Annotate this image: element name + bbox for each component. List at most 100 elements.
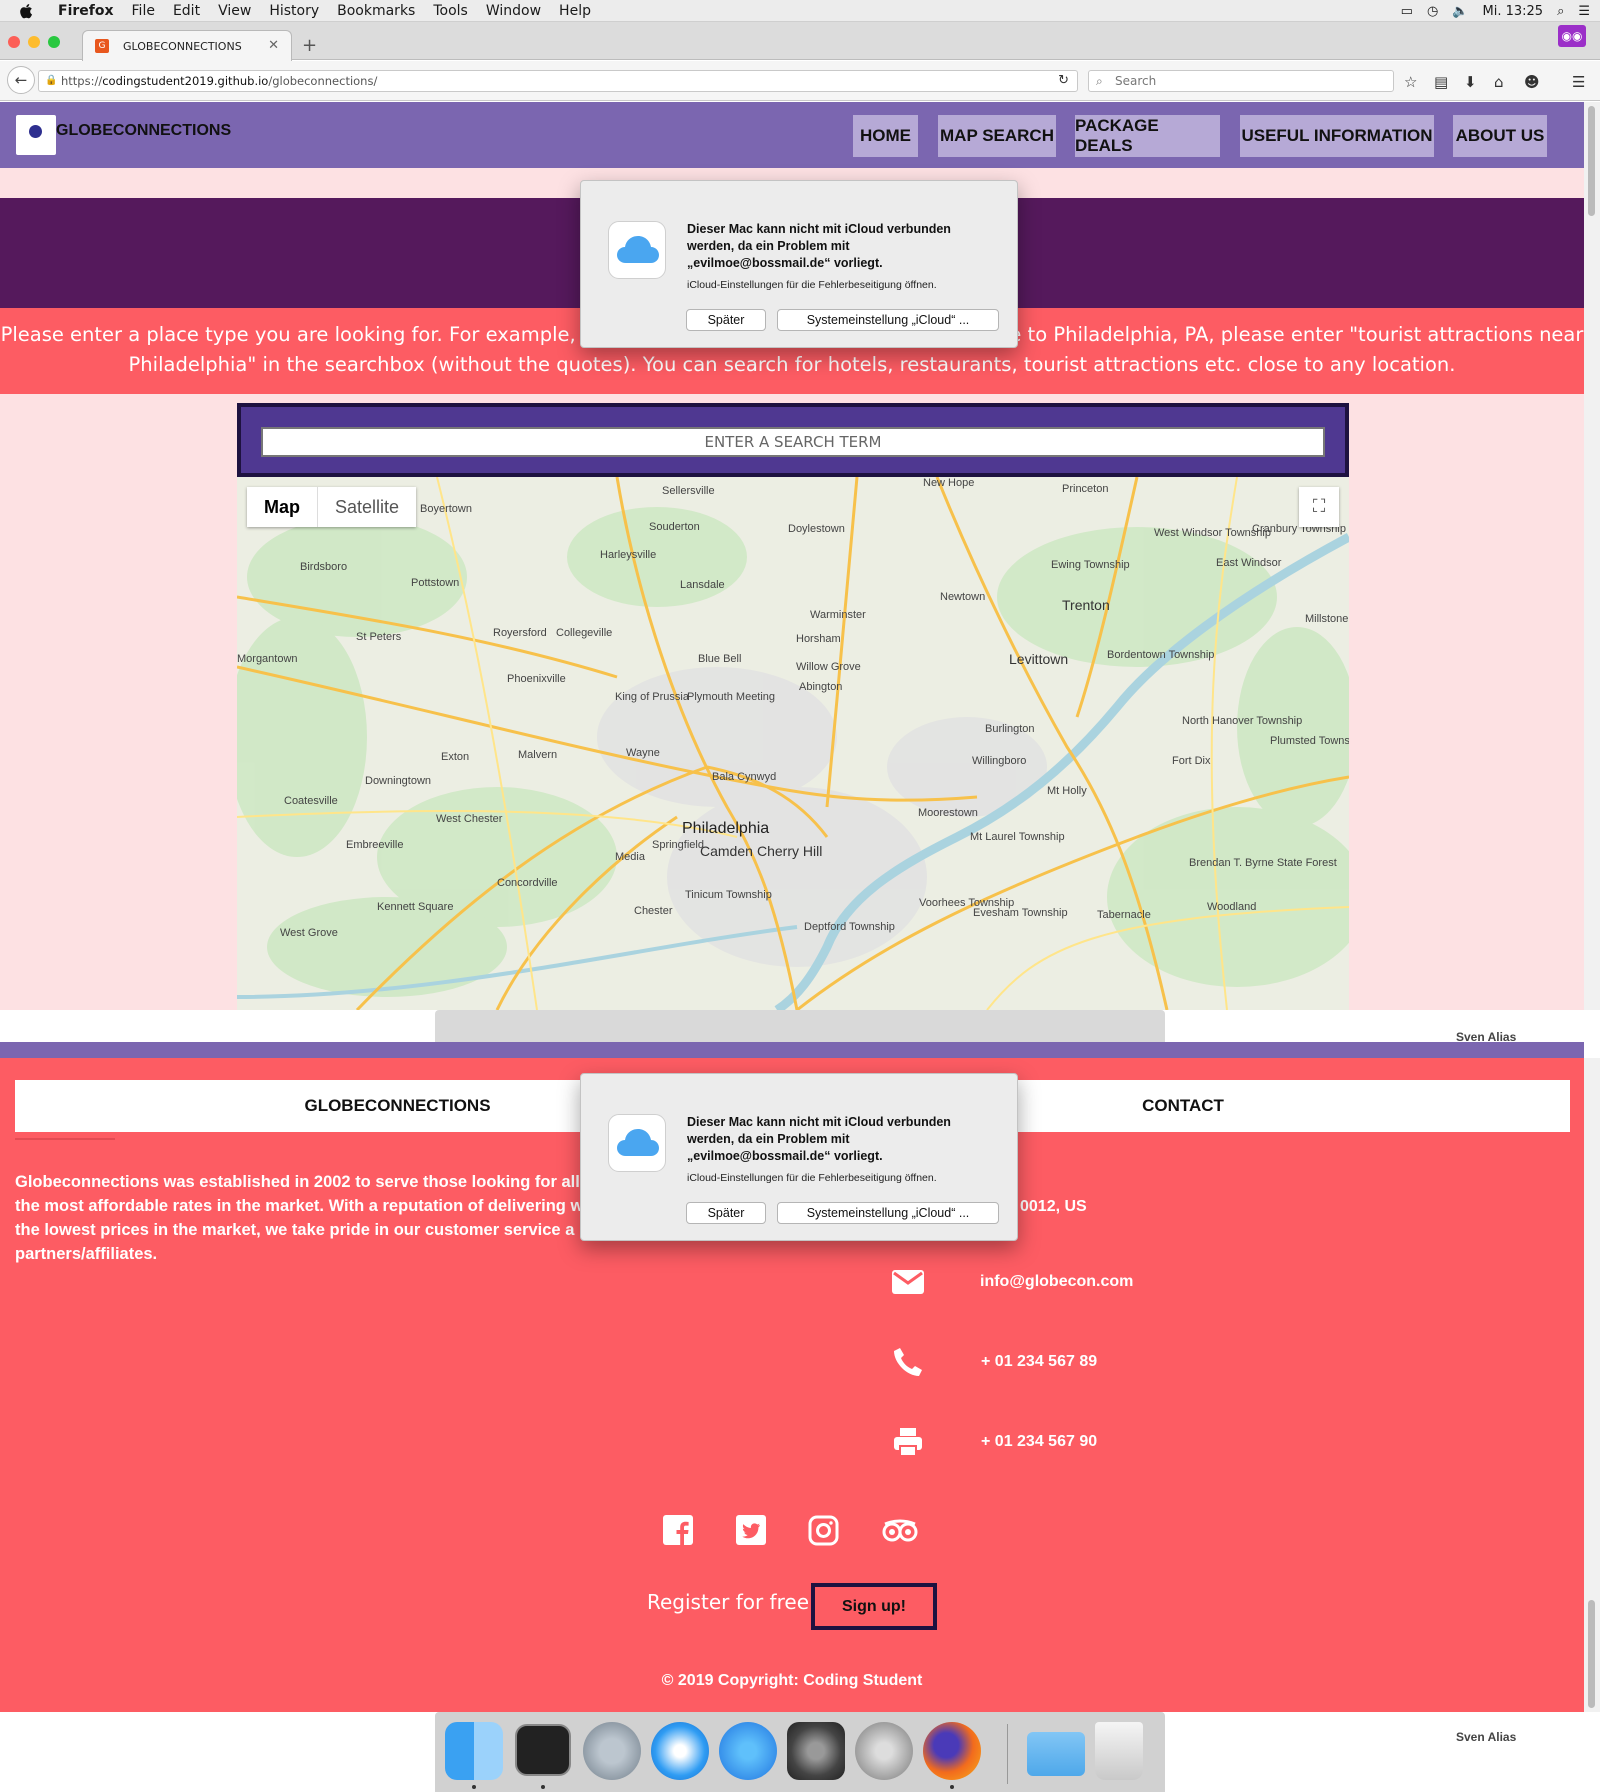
close-tab-icon[interactable]: ✕ [268,38,279,53]
dock-top-partial [435,1010,1165,1042]
menu-history[interactable]: History [269,3,319,19]
zoom-window-button[interactable] [48,36,60,48]
nav-useful-information[interactable]: USEFUL INFORMATION [1240,115,1434,157]
time-machine-icon[interactable]: ◷ [1427,4,1438,19]
map-type-satellite-button[interactable]: Satellite [318,487,416,527]
menu-bookmarks[interactable]: Bookmarks [337,3,415,19]
browser-search-input[interactable]: ⌕ Search [1088,70,1394,92]
signup-button[interactable]: Sign up! [811,1583,937,1630]
menu-window[interactable]: Window [486,3,541,19]
contact-fax: + 01 234 567 90 [890,1422,1290,1462]
twitter-icon[interactable] [736,1515,768,1547]
map-place-label: Blue Bell [698,653,742,665]
lock-icon: 🔒 [45,75,58,86]
download-icon[interactable]: ⬇ [1464,73,1477,91]
app-store-icon[interactable] [719,1722,777,1780]
icloud-alert-message: Dieser Mac kann nicht mit iCloud verbund… [687,1115,951,1163]
map-place-label: Exton [441,751,470,763]
map-place-label: Collegeville [556,627,613,639]
map-place-label: Bala Cynwyd [712,771,777,783]
menu-tools[interactable]: Tools [433,3,468,19]
map-place-label: Plumsted Township [1270,735,1349,747]
tripadvisor-icon[interactable] [881,1515,918,1547]
google-map[interactable]: Philadelphia Trenton Levittown Camden Cherry… [237,477,1349,1010]
icloud-icon [608,221,666,279]
nav-package-deals[interactable]: PACKAGE DEALS [1075,115,1220,157]
nav-about-us[interactable]: ABOUT US [1453,115,1547,157]
desktop-alias-label[interactable]: Sven Alias [1456,1730,1516,1744]
spotlight-icon[interactable]: ⌕ [1557,4,1564,19]
hamburger-menu-icon[interactable]: ☰ [1572,73,1585,91]
system-preferences-icon[interactable] [787,1722,845,1780]
contact-phone-text[interactable]: + 01 234 567 89 [927,1353,1097,1371]
menu-file[interactable]: File [132,3,155,19]
phone-icon [890,1344,926,1380]
map-place-label: Millstone [1305,613,1349,625]
icloud-settings-button[interactable]: Systemeinstellung „iCloud“ ... [777,309,999,331]
url-bar[interactable]: 🔒 https://codingstudent2019.github.io/gl… [38,70,1078,92]
new-tab-button[interactable]: + [302,35,317,56]
firefox-icon[interactable] [923,1722,981,1780]
menu-clock[interactable]: Mi. 13:25 [1483,4,1544,19]
notification-center-icon[interactable]: ☰ [1578,4,1590,19]
facebook-icon[interactable] [663,1515,695,1547]
finder-icon[interactable] [445,1722,503,1780]
volume-icon[interactable]: 🔈 [1452,4,1468,19]
map-place-label: Mt Laurel Township [970,831,1065,843]
map-place-label: Mt Holly [1047,785,1087,797]
menu-view[interactable]: View [218,3,251,19]
later-button[interactable]: Später [686,309,766,331]
map-place-label: Wayne [626,747,660,759]
macos-menu-bar: Firefox File Edit View History Bookmarks… [0,0,1600,22]
directory-utility-icon[interactable] [855,1722,913,1780]
map-place-label: Springfield [652,839,704,851]
minimize-window-button[interactable] [28,36,40,48]
contact-email-text[interactable]: info@globecon.com [926,1273,1133,1291]
site-brand[interactable]: GLOBECONNECTIONS [56,122,231,140]
display-mirroring-icon[interactable]: ▭ [1401,4,1413,19]
icloud-settings-button[interactable]: Systemeinstellung „iCloud“ ... [777,1202,999,1224]
map-place-label: Tabernacle [1097,909,1151,921]
menu-app-name[interactable]: Firefox [58,3,114,19]
map-place-label: Princeton [1062,483,1109,495]
back-button[interactable]: ← [7,66,35,94]
trash-icon[interactable] [1095,1722,1143,1780]
later-button[interactable]: Später [686,1202,766,1224]
fullscreen-icon[interactable]: ⛶ [1299,487,1339,527]
apple-icon[interactable] [20,3,34,19]
page-scrollbar[interactable] [1584,102,1600,1010]
instagram-icon[interactable] [808,1515,840,1547]
page-scrollbar-lower[interactable] [1584,1058,1600,1712]
map-type-map-button[interactable]: Map [247,487,318,527]
home-icon[interactable]: ⌂ [1494,73,1504,91]
chat-icon[interactable]: ☻ [1524,73,1540,91]
map-place-label: East Windsor [1216,557,1282,569]
register-text: Register for free [647,1590,809,1614]
browser-tab[interactable]: G GLOBECONNECTIONS ✕ [82,30,292,61]
map-place-label: West Grove [280,927,338,939]
reload-icon[interactable]: ↻ [1058,73,1069,88]
map-place-label: Coatesville [284,795,338,807]
folder-icon[interactable] [1027,1732,1085,1776]
menu-help[interactable]: Help [559,3,591,19]
contact-email: info@globecon.com [890,1262,1290,1302]
url-prefix: https:// [61,74,103,88]
map-place-label: Bordentown Township [1107,649,1215,661]
close-window-button[interactable] [8,36,20,48]
site-logo[interactable] [16,115,56,155]
map-search-input[interactable]: ENTER A SEARCH TERM [261,427,1325,457]
contact-phone: + 01 234 567 89 [890,1342,1290,1382]
reading-list-icon[interactable]: ▤ [1434,73,1448,91]
map-place-label: Plymouth Meeting [687,691,776,703]
nav-map-search[interactable]: MAP SEARCH [938,115,1056,157]
launchpad-icon[interactable] [583,1722,641,1780]
bookmark-star-icon[interactable]: ☆ [1404,73,1417,91]
nav-home[interactable]: HOME [853,115,918,157]
contact-fax-text[interactable]: + 01 234 567 90 [927,1433,1097,1451]
safari-icon[interactable] [651,1722,709,1780]
private-browsing-icon: ◉◉ [1558,25,1586,47]
menu-edit[interactable]: Edit [173,3,200,19]
terminal-icon[interactable] [515,1724,571,1776]
map-place-label: Souderton [649,521,700,533]
map-place-label: North Hanover Township [1182,715,1303,727]
